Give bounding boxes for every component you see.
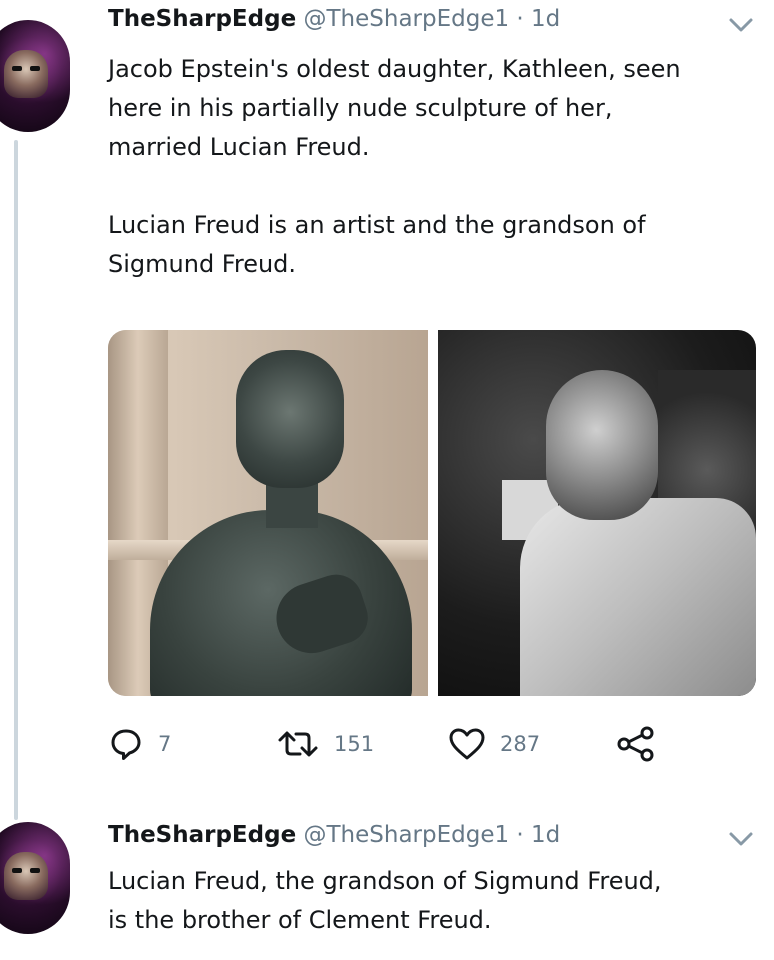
portrait-photo[interactable] — [438, 330, 756, 696]
heart-icon — [449, 728, 485, 760]
reply-count: 7 — [158, 732, 172, 756]
share-icon — [617, 726, 654, 762]
chevron-down-icon[interactable] — [728, 16, 754, 34]
tweet-actions: 7 151 287 — [108, 722, 668, 766]
reply-icon — [111, 729, 141, 760]
tweet-text: Lucian Freud, the grandson of Sigmund Fr… — [108, 867, 662, 934]
avatar[interactable] — [0, 20, 70, 132]
avatar[interactable] — [0, 822, 70, 934]
tweet-text: Jacob Epstein's oldest daughter, Kathlee… — [108, 55, 681, 278]
tweet-media[interactable] — [108, 330, 756, 696]
author-handle[interactable]: @TheSharpEdge1 — [303, 822, 509, 848]
tweet-header: TheSharpEdge @TheSharpEdge1 · 1d — [108, 4, 560, 34]
retweet-button[interactable]: 151 — [276, 722, 374, 766]
author-name[interactable]: TheSharpEdge — [108, 822, 296, 848]
tweet-timestamp[interactable]: 1d — [531, 822, 560, 848]
author-name[interactable]: TheSharpEdge — [108, 6, 296, 32]
share-button[interactable] — [616, 722, 656, 766]
sculpture-photo[interactable] — [108, 330, 428, 696]
like-count: 287 — [500, 732, 541, 756]
chevron-down-icon[interactable] — [728, 830, 754, 848]
retweet-icon — [278, 731, 318, 757]
separator-dot: · — [516, 6, 524, 32]
retweet-count: 151 — [334, 732, 375, 756]
reply-button[interactable]: 7 — [108, 722, 171, 766]
author-handle[interactable]: @TheSharpEdge1 — [303, 6, 509, 32]
separator-dot: · — [516, 822, 524, 848]
tweet-timestamp[interactable]: 1d — [531, 6, 560, 32]
like-button[interactable]: 287 — [448, 722, 540, 766]
tweet-thread: TheSharpEdge @TheSharpEdge1 · 1d Jacob E… — [0, 0, 774, 960]
thread-connector-line — [14, 140, 18, 820]
tweet-header: TheSharpEdge @TheSharpEdge1 · 1d — [108, 820, 560, 850]
